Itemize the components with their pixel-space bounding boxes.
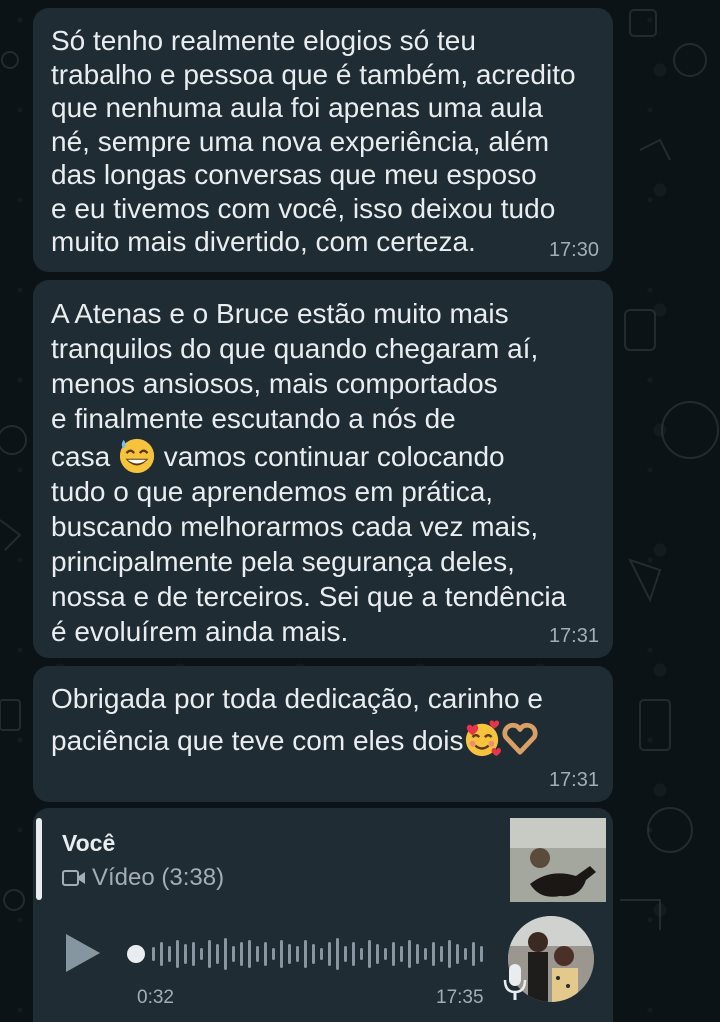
video-thumbnail[interactable]: [510, 818, 606, 902]
video-icon: [62, 870, 85, 886]
message-text: A Atenas e o Bruce estão muito mais tran…: [51, 296, 593, 649]
message-time: 17:31: [548, 625, 599, 647]
seek-handle[interactable]: [127, 945, 145, 963]
voice-waveform[interactable]: [126, 934, 496, 974]
quote-author: Você: [62, 830, 116, 856]
message-bubble-3[interactable]: Obrigada por toda dedicação, carinho e p…: [33, 666, 613, 802]
message-text: Só tenho realmente elogios só teu trabal…: [51, 25, 576, 257]
message-time: 17:30: [548, 239, 599, 261]
quote-meta: Vídeo (3:38): [62, 864, 224, 892]
dog-thumbnail-image: [510, 818, 606, 902]
message-bubble-2[interactable]: A Atenas e o Bruce estão muito mais tran…: [33, 280, 613, 658]
message-time: 17:31: [548, 769, 599, 791]
message-text: Obrigada por toda dedicação, carinho e p…: [51, 678, 593, 762]
quote-label: Vídeo (3:38): [92, 864, 225, 891]
quoted-message[interactable]: Você Vídeo (3:38): [36, 818, 606, 902]
smiling-face-with-hearts-emoji: [466, 720, 502, 757]
quote-bar: [36, 818, 42, 900]
heart-hands-emoji: [502, 722, 539, 755]
play-icon[interactable]: [66, 934, 100, 972]
message-time: 17:35: [436, 987, 484, 1008]
message-bubble-1[interactable]: Só tenho realmente elogios só teu trabal…: [33, 8, 613, 272]
voice-player: [66, 928, 506, 976]
grinning-sweat-emoji: [119, 438, 155, 474]
microphone-icon: [503, 964, 527, 1000]
voice-duration: 0:32: [137, 987, 174, 1008]
